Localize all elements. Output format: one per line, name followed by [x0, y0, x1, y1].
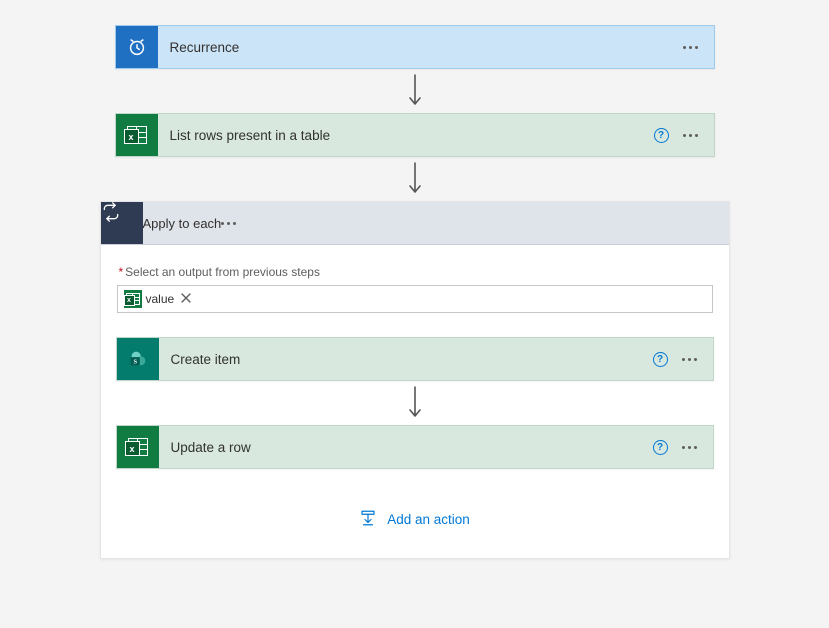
output-selector-input[interactable]: value: [117, 285, 713, 313]
step-title: List rows present in a table: [158, 128, 654, 143]
loop-header[interactable]: Apply to each: [101, 202, 729, 245]
excel-icon: [117, 426, 159, 468]
loop-apply-to-each: Apply to each *Select an output from pre…: [100, 201, 730, 559]
step-title: Recurrence: [158, 40, 683, 55]
add-action-icon: [359, 509, 377, 530]
more-icon[interactable]: [221, 222, 236, 225]
more-icon[interactable]: [682, 446, 697, 449]
token-value[interactable]: value: [124, 290, 195, 308]
connector-arrow: [407, 69, 423, 113]
more-icon[interactable]: [683, 134, 698, 137]
loop-icon: [101, 202, 143, 244]
required-asterisk: *: [119, 265, 124, 279]
step-recurrence[interactable]: Recurrence: [115, 25, 715, 69]
connector-arrow: [407, 381, 423, 425]
add-action-label: Add an action: [387, 512, 470, 527]
connector-arrow: [407, 157, 423, 201]
step-list-rows[interactable]: List rows present in a table ?: [115, 113, 715, 157]
step-title: Update a row: [159, 440, 653, 455]
more-icon[interactable]: [682, 358, 697, 361]
sharepoint-icon: S: [117, 338, 159, 380]
add-action-button[interactable]: Add an action: [359, 509, 470, 530]
help-icon[interactable]: ?: [653, 440, 668, 455]
step-title: Create item: [159, 352, 653, 367]
help-icon[interactable]: ?: [654, 128, 669, 143]
clock-icon: [116, 26, 158, 68]
help-icon[interactable]: ?: [653, 352, 668, 367]
more-icon[interactable]: [683, 46, 698, 49]
step-create-item[interactable]: S Create item ?: [116, 337, 714, 381]
svg-text:S: S: [133, 359, 137, 366]
excel-icon: [124, 290, 142, 308]
remove-token-icon[interactable]: [178, 291, 194, 307]
token-label: value: [146, 292, 175, 306]
loop-title: Apply to each: [143, 216, 222, 231]
field-label: *Select an output from previous steps: [119, 265, 320, 279]
step-update-row[interactable]: Update a row ?: [116, 425, 714, 469]
excel-icon: [116, 114, 158, 156]
